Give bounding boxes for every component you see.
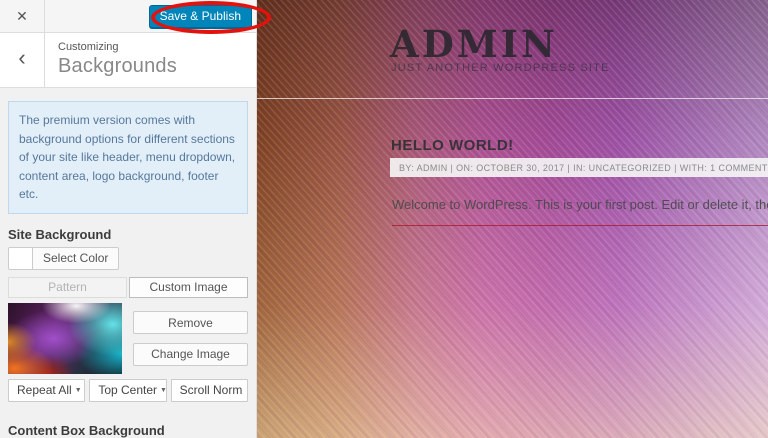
- chevron-down-icon: ▼: [74, 386, 82, 394]
- site-header-divider: [257, 98, 768, 99]
- content-box-background-label: Content Box Background: [8, 422, 165, 438]
- post-meta-bar: BY: ADMIN | ON: OCTOBER 30, 2017 | IN: U…: [390, 158, 768, 177]
- tab-pattern[interactable]: Pattern: [8, 276, 127, 298]
- customizer-sidebar: ✕ Save & Publish ‹ Customizing Backgroun…: [0, 0, 257, 438]
- section-header-text: Customizing Backgrounds: [45, 33, 177, 87]
- background-repeat-select[interactable]: Repeat All ▼: [8, 378, 86, 402]
- background-options-row: Repeat All ▼ Top Center ▼ Scroll Norm ▼: [8, 378, 248, 402]
- content-box-background-group: Content Box Background This background i…: [8, 423, 248, 438]
- tab-custom-image[interactable]: Custom Image: [129, 276, 248, 298]
- section-title: Backgrounds: [58, 55, 177, 77]
- remove-image-button[interactable]: Remove: [133, 311, 248, 335]
- save-publish-button[interactable]: Save & Publish: [148, 4, 252, 28]
- background-attachment-value: Scroll Norm: [179, 383, 243, 398]
- back-arrow-icon[interactable]: ‹: [0, 33, 45, 87]
- background-type-tabs: Pattern Custom Image: [8, 276, 248, 298]
- customizer-topbar: ✕ Save & Publish: [0, 0, 256, 33]
- post-title-link[interactable]: HELLO WORLD!: [391, 137, 514, 154]
- background-image-row: Remove Change Image: [8, 302, 248, 374]
- background-position-select[interactable]: Top Center ▼: [89, 378, 167, 402]
- background-repeat-value: Repeat All: [17, 383, 72, 398]
- site-background-label: Site Background: [8, 226, 112, 242]
- color-swatch: [9, 247, 33, 269]
- close-icon[interactable]: ✕: [0, 0, 45, 32]
- post-excerpt: Welcome to WordPress. This is your first…: [392, 197, 768, 212]
- site-background-select-color-button[interactable]: Select Color: [8, 246, 120, 270]
- chevron-down-icon: ▼: [245, 387, 247, 394]
- post-divider: [392, 225, 768, 226]
- background-attachment-select[interactable]: Scroll Norm ▼: [170, 378, 248, 402]
- image-action-buttons: Remove Change Image: [122, 303, 248, 374]
- premium-info-box: The premium version comes with backgroun…: [8, 101, 248, 214]
- section-header: ‹ Customizing Backgrounds: [0, 33, 256, 88]
- section-body: The premium version comes with backgroun…: [0, 88, 256, 438]
- customizing-kicker: Customizing: [58, 41, 119, 53]
- change-image-button[interactable]: Change Image: [133, 342, 248, 366]
- site-preview-pane: ADMIN JUST ANOTHER WORDPRESS SITE HELLO …: [257, 0, 768, 438]
- background-image-thumbnail[interactable]: [8, 302, 122, 374]
- chevron-down-icon: ▼: [160, 386, 167, 394]
- site-title: ADMIN: [390, 22, 558, 66]
- site-tagline: JUST ANOTHER WORDPRESS SITE: [391, 62, 610, 74]
- select-color-label: Select Color: [43, 251, 109, 266]
- background-position-value: Top Center: [98, 383, 158, 398]
